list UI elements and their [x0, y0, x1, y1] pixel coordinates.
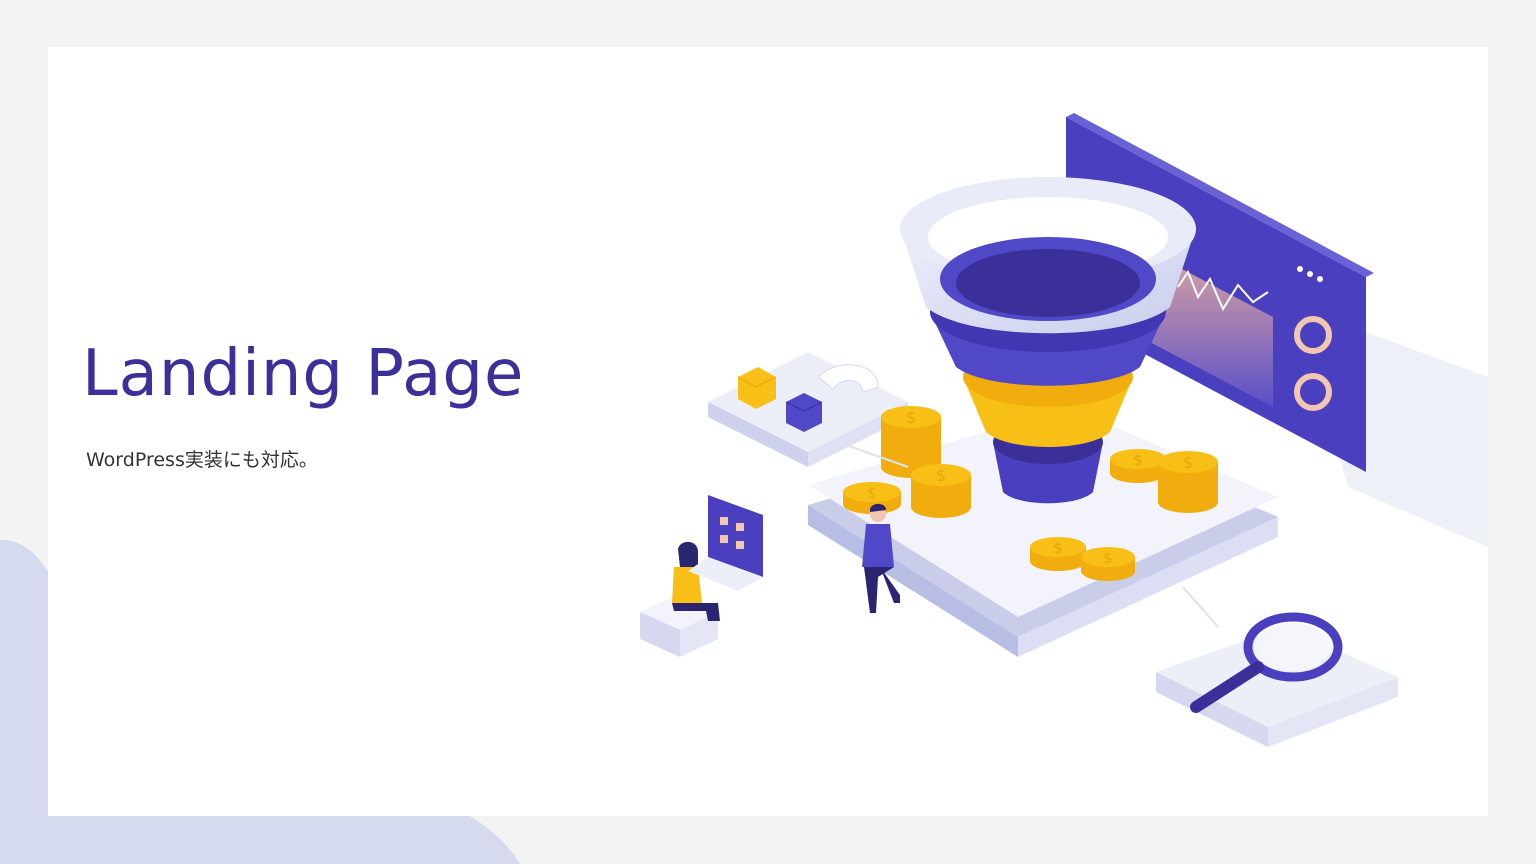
- gold-coin-icon: $: [1158, 451, 1218, 513]
- coin-symbol: $: [867, 484, 877, 502]
- coin-symbol: $: [1133, 451, 1143, 469]
- coin-symbol: $: [1053, 539, 1063, 557]
- coin-symbol: $: [906, 408, 916, 427]
- gold-coin-icon: $: [911, 464, 971, 518]
- laptop-user: [640, 495, 763, 657]
- gold-coin-icon: $: [1081, 547, 1135, 581]
- funnel-illustration: $ $ $ $ $ $ $: [640, 113, 1488, 747]
- coin-symbol: $: [1103, 549, 1113, 567]
- laptop-icon: [688, 495, 763, 591]
- magnifier-tile: [1156, 612, 1398, 747]
- coin-symbol: $: [936, 466, 946, 485]
- coin-symbol: $: [1183, 453, 1193, 472]
- gold-coin-icon: $: [1110, 449, 1166, 483]
- hero-card: Landing Page WordPress実装にも対応。 $ $ $ $ $ …: [48, 47, 1488, 816]
- gold-coin-icon: $: [1030, 537, 1086, 571]
- magnet-tile: [708, 352, 908, 467]
